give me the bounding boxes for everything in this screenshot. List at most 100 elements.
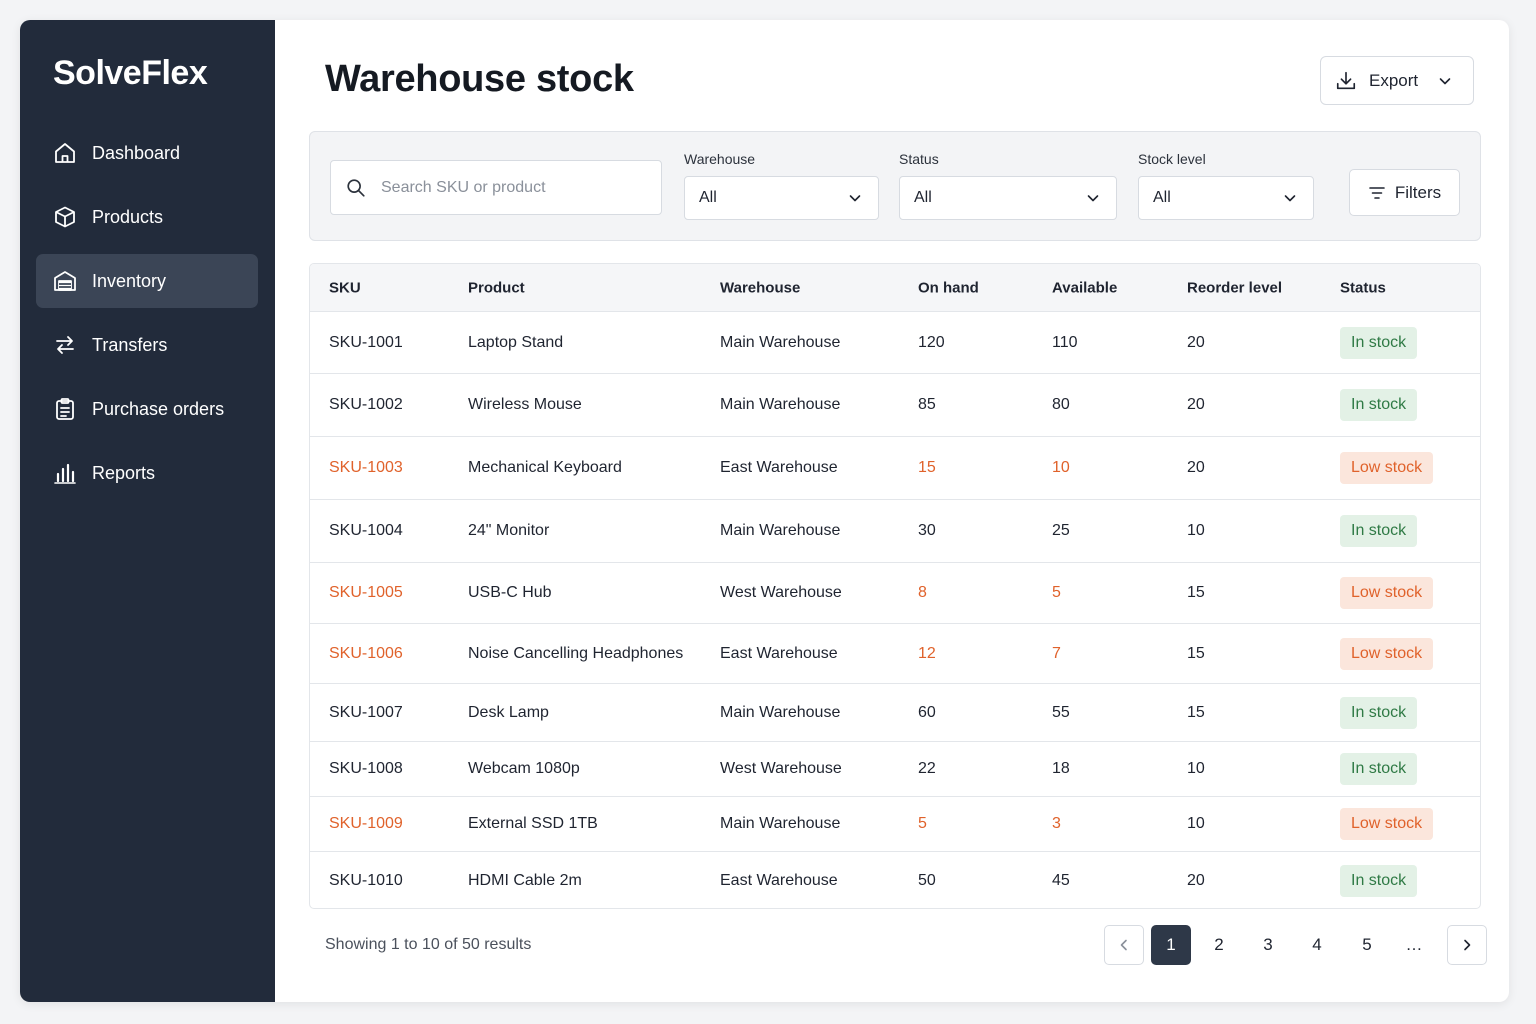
sidebar-item-reports[interactable]: Reports bbox=[36, 446, 258, 500]
table-row[interactable]: SKU-1001 Laptop Stand Main Warehouse 120 110… bbox=[310, 312, 1480, 374]
stock-level-select[interactable]: All bbox=[1138, 176, 1314, 220]
on-hand-cell: 8 bbox=[918, 584, 927, 601]
column-header-warehouse[interactable]: Warehouse bbox=[720, 279, 800, 296]
table-row[interactable]: SKU-1002 Wireless Mouse Main Warehouse 85 80… bbox=[310, 374, 1480, 437]
warehouse-select[interactable]: All bbox=[684, 176, 879, 220]
available-cell: 80 bbox=[1052, 396, 1070, 413]
page-button-3[interactable]: 3 bbox=[1248, 925, 1288, 965]
column-header-product[interactable]: Product bbox=[468, 279, 525, 296]
search-field[interactable] bbox=[330, 160, 662, 215]
status-select[interactable]: All bbox=[899, 176, 1117, 220]
page-button-5[interactable]: 5 bbox=[1347, 925, 1387, 965]
table-row[interactable]: SKU-1010 HDMI Cable 2m East Warehouse 50 45 2… bbox=[310, 852, 1480, 908]
on-hand-cell: 5 bbox=[918, 815, 927, 832]
next-page-button[interactable] bbox=[1447, 925, 1487, 965]
status-badge: Low stock bbox=[1340, 808, 1434, 840]
table-row[interactable]: SKU-1009 External SSD 1TB Main Warehouse 5 3… bbox=[310, 797, 1480, 852]
available-cell: 45 bbox=[1052, 871, 1070, 889]
sidebar-item-transfers[interactable]: Transfers bbox=[36, 318, 258, 372]
status-filter-label: Status bbox=[899, 151, 939, 167]
table-row[interactable]: SKU-1004 24" Monitor Main Warehouse 30 25 10 I… bbox=[310, 500, 1480, 563]
status-badge: In stock bbox=[1340, 864, 1418, 897]
stock-level-filter: Stock level All bbox=[1138, 151, 1314, 220]
page-button-2[interactable]: 2 bbox=[1199, 925, 1239, 965]
export-button[interactable]: Export bbox=[1320, 56, 1474, 105]
previous-page-button[interactable] bbox=[1104, 925, 1144, 965]
app-window: SolveFlex Dashboard Products Inventory T… bbox=[20, 20, 1509, 1002]
warehouse-cell: Main Warehouse bbox=[720, 703, 841, 721]
status-badge: In stock bbox=[1340, 753, 1418, 785]
filters-button-label: Filters bbox=[1394, 182, 1442, 202]
table-row[interactable]: SKU-1007 Desk Lamp Main Warehouse 60 55 15 In … bbox=[310, 684, 1480, 742]
sidebar-item-inventory[interactable]: Inventory bbox=[36, 254, 258, 308]
reorder-level-cell: 20 bbox=[1187, 396, 1205, 413]
column-header-available[interactable]: Available bbox=[1052, 279, 1117, 296]
sku-cell[interactable]: SKU-1003 bbox=[329, 459, 403, 477]
on-hand-cell: 120 bbox=[918, 333, 945, 351]
stock-level-select-value: All bbox=[1153, 189, 1171, 206]
table-row[interactable]: SKU-1008 Webcam 1080p West Warehouse 22 18 10… bbox=[310, 742, 1480, 797]
page-button-1[interactable]: 1 bbox=[1151, 925, 1191, 965]
status-cell: Low stock bbox=[1340, 577, 1434, 609]
warehouse-cell: Main Warehouse bbox=[720, 815, 841, 832]
available-cell: 3 bbox=[1052, 815, 1061, 832]
sku-cell[interactable]: SKU-1001 bbox=[329, 334, 403, 352]
chevron-right-icon bbox=[1464, 939, 1471, 951]
status-badge: In stock bbox=[1340, 696, 1418, 729]
table-row[interactable]: SKU-1003 Mechanical Keyboard East Warehous… bbox=[310, 437, 1480, 500]
table-row[interactable]: SKU-1005 USB-C Hub West Warehouse 8 5 15 Low s… bbox=[310, 563, 1480, 624]
search-icon bbox=[347, 178, 365, 197]
sidebar-item-products[interactable]: Products bbox=[36, 190, 258, 244]
table-row[interactable]: SKU-1006 Noise Cancelling Headphones East … bbox=[310, 624, 1480, 684]
product-cell: Webcam 1080p bbox=[468, 760, 580, 777]
download-icon bbox=[1336, 71, 1356, 89]
column-header-sku[interactable]: SKU bbox=[329, 279, 361, 296]
bar-chart-icon bbox=[52, 460, 78, 486]
main-content: Warehouse stock Export Warehouse All Sta… bbox=[275, 20, 1509, 1002]
column-header-on-hand[interactable]: On hand bbox=[918, 279, 979, 296]
sidebar-item-label: Inventory bbox=[92, 270, 167, 291]
warehouse-cell: East Warehouse bbox=[720, 644, 838, 662]
on-hand-cell: 15 bbox=[918, 459, 936, 476]
warehouse-cell: West Warehouse bbox=[720, 584, 842, 601]
sku-cell[interactable]: SKU-1004 bbox=[329, 522, 403, 540]
sku-cell[interactable]: SKU-1002 bbox=[329, 396, 403, 414]
available-cell: 5 bbox=[1052, 584, 1061, 601]
warehouse-icon bbox=[52, 268, 78, 294]
available-cell: 7 bbox=[1052, 644, 1061, 662]
stock-level-filter-label: Stock level bbox=[1138, 151, 1206, 167]
page-button-4[interactable]: 4 bbox=[1297, 925, 1337, 965]
page-ellipsis: … bbox=[1405, 935, 1423, 954]
status-cell: In stock bbox=[1340, 696, 1418, 729]
search-input[interactable] bbox=[381, 178, 641, 197]
column-header-status[interactable]: Status bbox=[1340, 279, 1386, 296]
warehouse-cell: Main Warehouse bbox=[720, 333, 841, 351]
on-hand-cell: 85 bbox=[918, 396, 936, 413]
status-cell: Low stock bbox=[1340, 637, 1434, 670]
app-logo: SolveFlex bbox=[53, 54, 208, 92]
sidebar-item-label: Products bbox=[92, 206, 164, 227]
sidebar-item-dashboard[interactable]: Dashboard bbox=[36, 126, 258, 180]
product-cell: Desk Lamp bbox=[468, 703, 549, 721]
table-header: SKU Product Warehouse On hand Available … bbox=[310, 264, 1480, 312]
sku-cell[interactable]: SKU-1008 bbox=[329, 760, 403, 778]
page-title: Warehouse stock bbox=[325, 58, 634, 100]
sku-cell[interactable]: SKU-1009 bbox=[329, 815, 403, 833]
status-cell: In stock bbox=[1340, 864, 1418, 897]
sidebar-item-purchase-orders[interactable]: Purchase orders bbox=[36, 382, 258, 436]
filters-button[interactable]: Filters bbox=[1349, 169, 1460, 216]
sku-cell[interactable]: SKU-1005 bbox=[329, 584, 403, 602]
sidebar-item-label: Transfers bbox=[92, 334, 168, 355]
column-header-reorder-level[interactable]: Reorder level bbox=[1187, 279, 1282, 296]
sku-cell[interactable]: SKU-1007 bbox=[329, 704, 403, 722]
reorder-level-cell: 10 bbox=[1187, 760, 1205, 777]
reorder-level-cell: 10 bbox=[1187, 815, 1205, 832]
reorder-level-cell: 15 bbox=[1187, 703, 1205, 721]
chevron-down-icon bbox=[849, 195, 861, 202]
product-cell: Laptop Stand bbox=[468, 333, 564, 351]
sku-cell[interactable]: SKU-1006 bbox=[329, 645, 403, 663]
sku-cell[interactable]: SKU-1010 bbox=[329, 872, 403, 890]
product-cell: External SSD 1TB bbox=[468, 815, 598, 832]
warehouse-cell: East Warehouse bbox=[720, 459, 838, 476]
product-cell: Mechanical Keyboard bbox=[468, 459, 622, 476]
